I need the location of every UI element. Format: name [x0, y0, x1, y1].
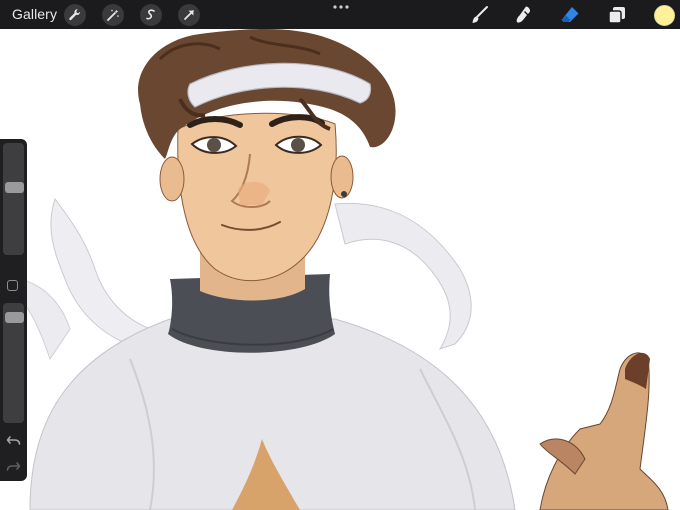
undo-icon[interactable] [6, 433, 21, 448]
transform-icon [184, 10, 194, 20]
artwork-illustration [19, 29, 669, 510]
gallery-button[interactable]: Gallery [12, 6, 57, 22]
brush-opacity-slider[interactable] [3, 303, 24, 423]
top-toolbar: Gallery [0, 0, 680, 29]
wrench-icon [69, 9, 81, 21]
actions-button[interactable] [64, 4, 86, 26]
brush-size-thumb[interactable] [5, 181, 24, 193]
brush-size-slider[interactable] [3, 143, 24, 255]
brush-sidebar [0, 139, 27, 481]
eraser-icon [561, 7, 579, 22]
more-dots-icon[interactable] [332, 2, 350, 12]
drawing-canvas[interactable] [0, 29, 680, 510]
smudge-tool-button[interactable] [512, 3, 536, 27]
modify-button[interactable] [7, 280, 18, 291]
color-picker-swatch[interactable] [654, 5, 675, 26]
smudge-icon [516, 6, 531, 23]
brush-icon [472, 6, 488, 23]
magic-wand-icon [107, 9, 119, 21]
eraser-tool-button[interactable] [558, 3, 582, 27]
brush-tool-button[interactable] [468, 3, 492, 27]
brush-opacity-thumb[interactable] [5, 312, 24, 324]
adjustments-button[interactable] [102, 4, 124, 26]
transform-button[interactable] [178, 4, 200, 26]
selection-icon [146, 9, 155, 20]
layers-button[interactable] [605, 3, 629, 27]
redo-icon[interactable] [6, 459, 21, 474]
layers-icon [608, 7, 625, 24]
selection-button[interactable] [140, 4, 162, 26]
